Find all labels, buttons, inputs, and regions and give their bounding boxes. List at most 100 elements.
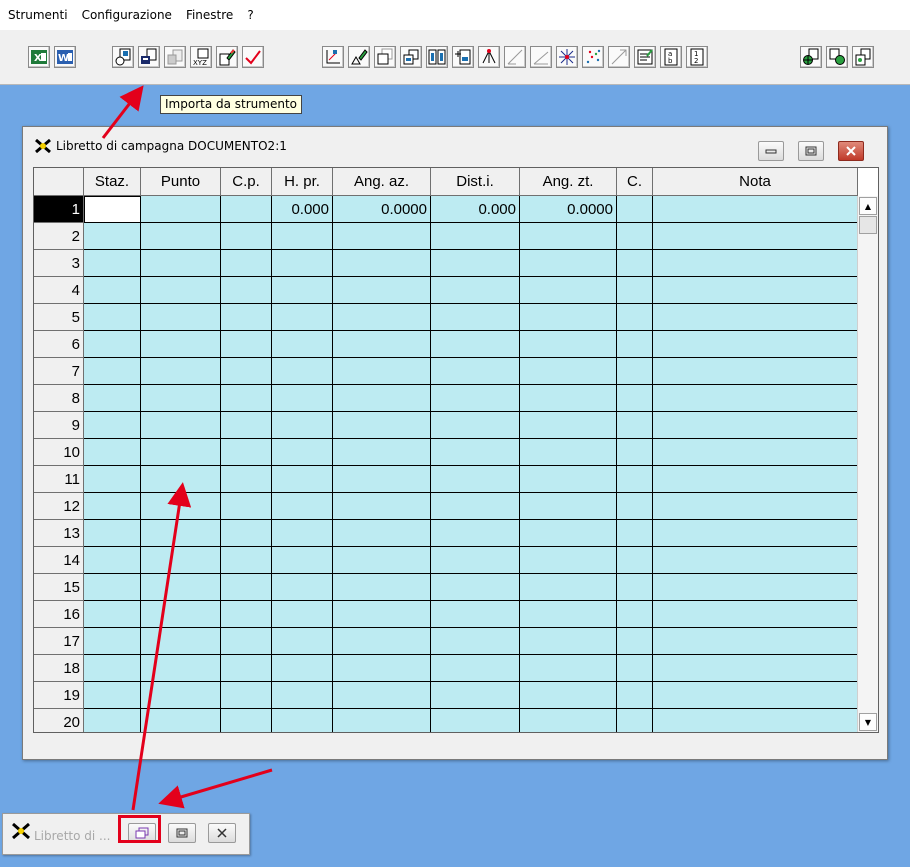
grid-cell-staz[interactable] bbox=[84, 682, 141, 709]
grid-cell-nota[interactable] bbox=[653, 493, 858, 520]
row-header[interactable]: 2 bbox=[34, 223, 84, 250]
grid-cell-ang-zt[interactable] bbox=[520, 601, 617, 628]
doc-globe-icon[interactable] bbox=[826, 46, 848, 68]
grid-cell-dist-i[interactable] bbox=[431, 520, 520, 547]
grid-cell-ang-zt[interactable] bbox=[520, 493, 617, 520]
grid-cell-dist-i[interactable] bbox=[431, 277, 520, 304]
minimize-button[interactable] bbox=[758, 141, 784, 161]
grid-cell-ang-zt[interactable] bbox=[520, 439, 617, 466]
grid-cell-h-pr[interactable] bbox=[272, 655, 333, 682]
row-header[interactable]: 6 bbox=[34, 331, 84, 358]
grid-cell-ang-zt[interactable] bbox=[520, 304, 617, 331]
grid-cell-cp[interactable] bbox=[221, 277, 272, 304]
grid-cell-h-pr[interactable] bbox=[272, 574, 333, 601]
grid-cell-staz[interactable] bbox=[84, 628, 141, 655]
grid-cell-punto[interactable] bbox=[141, 709, 221, 732]
grid-cell-ang-az[interactable] bbox=[333, 628, 431, 655]
grid-cell-nota[interactable] bbox=[653, 277, 858, 304]
grid-cell-dist-i[interactable] bbox=[431, 601, 520, 628]
hexagon-icon[interactable] bbox=[608, 46, 630, 68]
grid-cell-staz[interactable] bbox=[84, 574, 141, 601]
grid-cell-staz[interactable] bbox=[84, 223, 141, 250]
grid-cell-punto[interactable] bbox=[141, 547, 221, 574]
notes-icon[interactable] bbox=[634, 46, 656, 68]
grid-cell-dist-i[interactable] bbox=[431, 655, 520, 682]
grid-cell-ang-zt[interactable] bbox=[520, 277, 617, 304]
grid-cell-punto[interactable] bbox=[141, 331, 221, 358]
grid-cell-nota[interactable] bbox=[653, 520, 858, 547]
grid-cell-c[interactable] bbox=[617, 412, 653, 439]
grid-cell-c[interactable] bbox=[617, 493, 653, 520]
grid-cell-cp[interactable] bbox=[221, 331, 272, 358]
grid-cell-cp[interactable] bbox=[221, 601, 272, 628]
grid-cell-ang-zt[interactable] bbox=[520, 655, 617, 682]
excel-icon[interactable]: X bbox=[28, 46, 50, 68]
grid-cell-punto[interactable] bbox=[141, 223, 221, 250]
column-header-cp[interactable]: C.p. bbox=[221, 168, 272, 196]
scatter-icon[interactable] bbox=[582, 46, 604, 68]
grid-cell-c[interactable] bbox=[617, 466, 653, 493]
grid-cell-staz[interactable] bbox=[84, 250, 141, 277]
grid-cell-punto[interactable] bbox=[141, 655, 221, 682]
doc-add-icon[interactable] bbox=[452, 46, 474, 68]
grid-cell-c[interactable] bbox=[617, 574, 653, 601]
grid-cell-dist-i[interactable] bbox=[431, 574, 520, 601]
doc-split-icon[interactable] bbox=[400, 46, 422, 68]
column-header-ang-zt[interactable]: Ang. zt. bbox=[520, 168, 617, 196]
scroll-down-button[interactable]: ▼ bbox=[859, 713, 877, 731]
grid-cell-dist-i[interactable] bbox=[431, 385, 520, 412]
grid-cell-cp[interactable] bbox=[221, 466, 272, 493]
grid-cell-staz[interactable] bbox=[84, 547, 141, 574]
grid-cell-punto[interactable] bbox=[141, 304, 221, 331]
grid-cell-nota[interactable] bbox=[653, 439, 858, 466]
globe-doc-icon[interactable] bbox=[800, 46, 822, 68]
grid-cell-ang-zt[interactable] bbox=[520, 574, 617, 601]
grid-cell-dist-i[interactable] bbox=[431, 250, 520, 277]
menu-help[interactable]: ? bbox=[247, 8, 253, 22]
grid-cell-ang-zt[interactable] bbox=[520, 547, 617, 574]
grid-cell-nota[interactable] bbox=[653, 601, 858, 628]
grid-cell-punto[interactable] bbox=[141, 628, 221, 655]
grid-cell-nota[interactable] bbox=[653, 709, 858, 732]
grid-cell-ang-az[interactable] bbox=[333, 412, 431, 439]
import-generic-icon[interactable] bbox=[164, 46, 186, 68]
grid-cell-h-pr[interactable] bbox=[272, 439, 333, 466]
column-header-nota[interactable]: Nota bbox=[653, 168, 858, 196]
grid-cell-ang-az[interactable] bbox=[333, 601, 431, 628]
row-header[interactable]: 12 bbox=[34, 493, 84, 520]
grid-cell-nota[interactable] bbox=[653, 574, 858, 601]
grid-cell-ang-az[interactable] bbox=[333, 223, 431, 250]
row-header[interactable]: 3 bbox=[34, 250, 84, 277]
row-header[interactable]: 18 bbox=[34, 655, 84, 682]
grid-cell-h-pr[interactable] bbox=[272, 466, 333, 493]
grid-cell-c[interactable] bbox=[617, 628, 653, 655]
instrument-download-icon[interactable] bbox=[112, 46, 134, 68]
doc-export-icon[interactable] bbox=[852, 46, 874, 68]
grid-cell-punto[interactable] bbox=[141, 682, 221, 709]
grid-cell-dist-i[interactable] bbox=[431, 466, 520, 493]
grid-cell-c[interactable] bbox=[617, 439, 653, 466]
grid-cell-h-pr[interactable] bbox=[272, 520, 333, 547]
maximize-button[interactable] bbox=[798, 141, 824, 161]
grid-cell-c[interactable] bbox=[617, 277, 653, 304]
close-button[interactable] bbox=[208, 823, 236, 843]
grid-cell-dist-i[interactable] bbox=[431, 358, 520, 385]
grid-cell-nota[interactable] bbox=[653, 628, 858, 655]
grid-cell-staz[interactable] bbox=[84, 466, 141, 493]
grid-cell-nota[interactable] bbox=[653, 466, 858, 493]
grid-cell-h-pr[interactable] bbox=[272, 304, 333, 331]
grid-cell-cp[interactable] bbox=[221, 412, 272, 439]
row-header[interactable]: 16 bbox=[34, 601, 84, 628]
menu-configurazione[interactable]: Configurazione bbox=[82, 8, 172, 22]
grid-cell-nota[interactable] bbox=[653, 331, 858, 358]
grid-cell-ang-az[interactable] bbox=[333, 493, 431, 520]
grid-cell-dist-i[interactable] bbox=[431, 223, 520, 250]
grid-cell-ang-zt[interactable]: 0.0000 bbox=[520, 196, 617, 223]
row-header[interactable]: 10 bbox=[34, 439, 84, 466]
grid-cell-h-pr[interactable] bbox=[272, 547, 333, 574]
grid-cell-ang-az[interactable] bbox=[333, 439, 431, 466]
grid-cell-staz[interactable] bbox=[84, 277, 141, 304]
close-button[interactable] bbox=[838, 141, 864, 161]
row-header[interactable]: 7 bbox=[34, 358, 84, 385]
grid-cell-c[interactable] bbox=[617, 520, 653, 547]
